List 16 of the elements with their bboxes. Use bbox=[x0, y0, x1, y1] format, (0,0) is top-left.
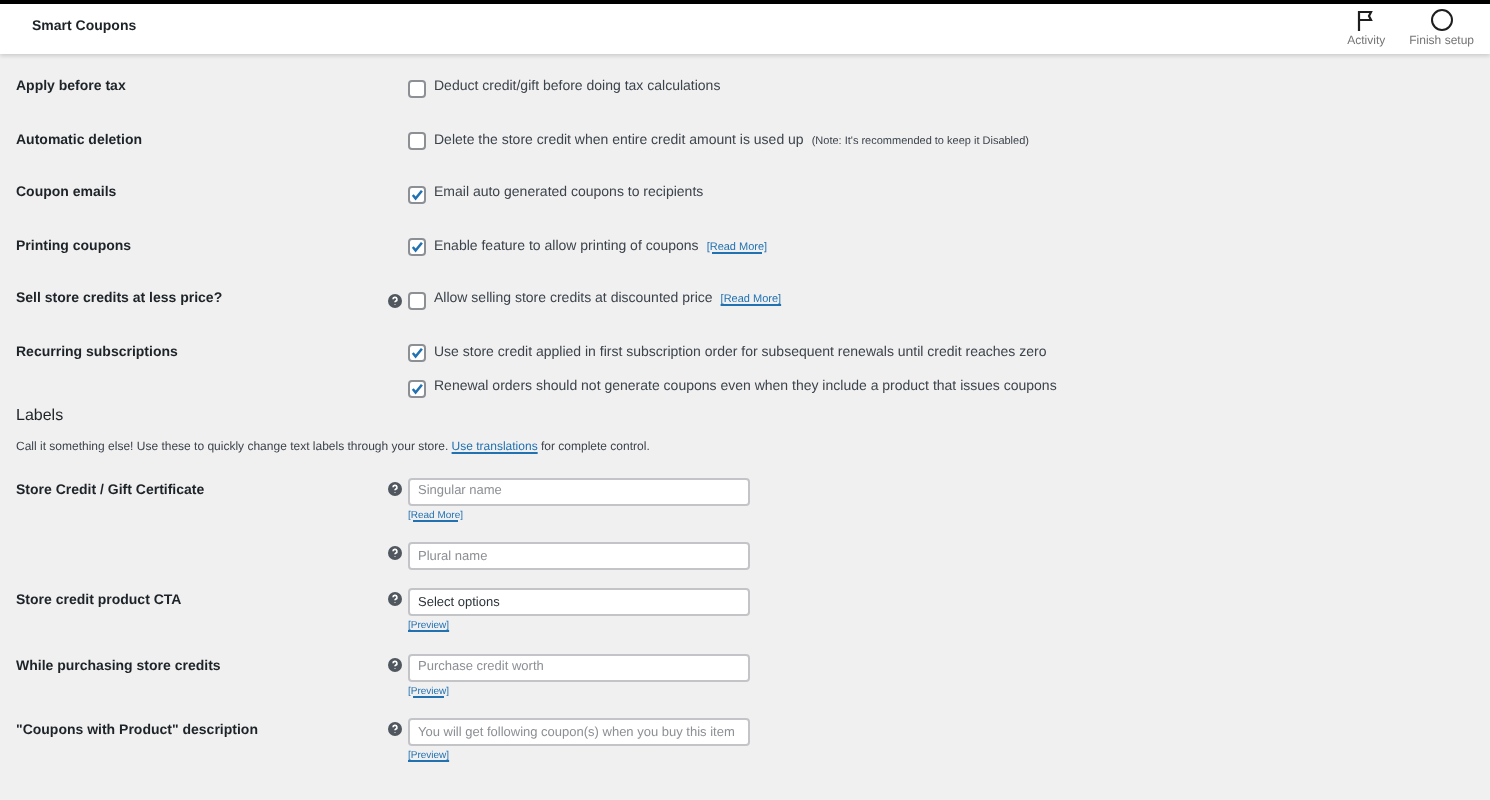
help-icon[interactable] bbox=[387, 592, 401, 606]
checkbox[interactable] bbox=[408, 344, 426, 363]
checkbox[interactable] bbox=[408, 238, 426, 257]
section-heading: Labels bbox=[16, 403, 66, 427]
checkbox[interactable] bbox=[408, 291, 426, 310]
help-icon[interactable] bbox=[387, 546, 401, 560]
help-icon[interactable] bbox=[387, 657, 401, 671]
checkbox[interactable] bbox=[408, 132, 426, 151]
checkbox[interactable] bbox=[408, 185, 426, 204]
help-icon[interactable] bbox=[387, 294, 401, 308]
checkbox[interactable] bbox=[408, 79, 426, 98]
help-icon[interactable] bbox=[387, 481, 401, 495]
progress-circle-icon bbox=[1429, 7, 1454, 31]
flag-icon bbox=[1356, 9, 1377, 31]
help-icon[interactable] bbox=[387, 722, 401, 736]
checkbox[interactable] bbox=[408, 379, 426, 398]
